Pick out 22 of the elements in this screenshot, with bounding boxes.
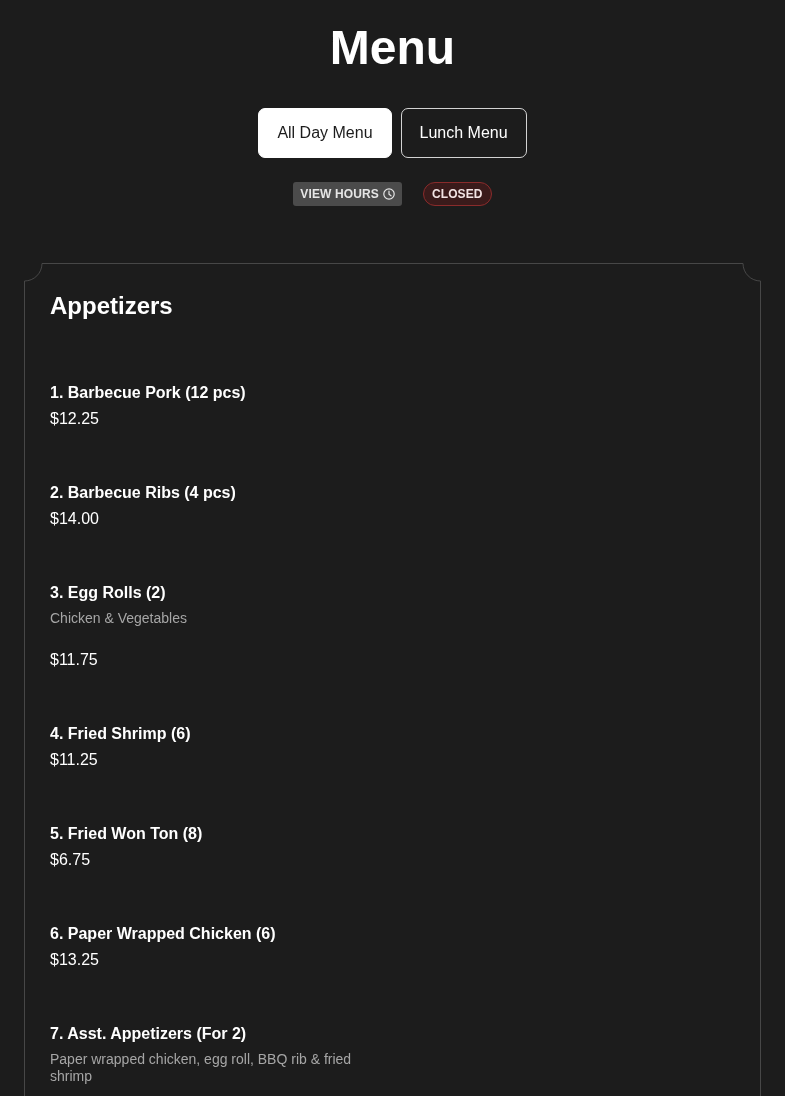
item-name: 2. Barbecue Ribs (4 pcs) <box>50 483 237 503</box>
view-hours-button[interactable]: VIEW HOURS <box>293 182 402 206</box>
section-title: Appetizers <box>50 291 174 321</box>
item-name: 4. Fried Shrimp (6) <box>50 724 192 744</box>
item-name: 1. Barbecue Pork (12 pcs) <box>50 383 247 403</box>
item-name: 6. Paper Wrapped Chicken (6) <box>50 924 277 944</box>
item-price: $13.25 <box>50 950 100 970</box>
item-description: Paper wrapped chicken, egg roll, BBQ rib & fried shrimp <box>50 1051 353 1085</box>
menu-tab[interactable]: Lunch Menu <box>400 108 527 158</box>
page-title: Menu <box>329 24 456 72</box>
item-price: $11.25 <box>50 750 99 770</box>
item-name: 7. Asst. Appetizers (For 2) <box>50 1024 248 1044</box>
item-price: $6.75 <box>50 850 92 870</box>
menu-tab[interactable]: All Day Menu <box>258 108 392 158</box>
item-name: 3. Egg Rolls (2) <box>50 583 167 603</box>
item-price: $14.00 <box>50 509 100 529</box>
item-description: Chicken & Vegetables <box>50 610 188 627</box>
item-price: $12.25 <box>50 409 100 429</box>
item-name: 5. Fried Won Ton (8) <box>50 824 204 844</box>
clock-icon <box>382 188 395 200</box>
status-badge: CLOSED <box>422 182 492 206</box>
item-price: $11.75 <box>50 650 99 670</box>
